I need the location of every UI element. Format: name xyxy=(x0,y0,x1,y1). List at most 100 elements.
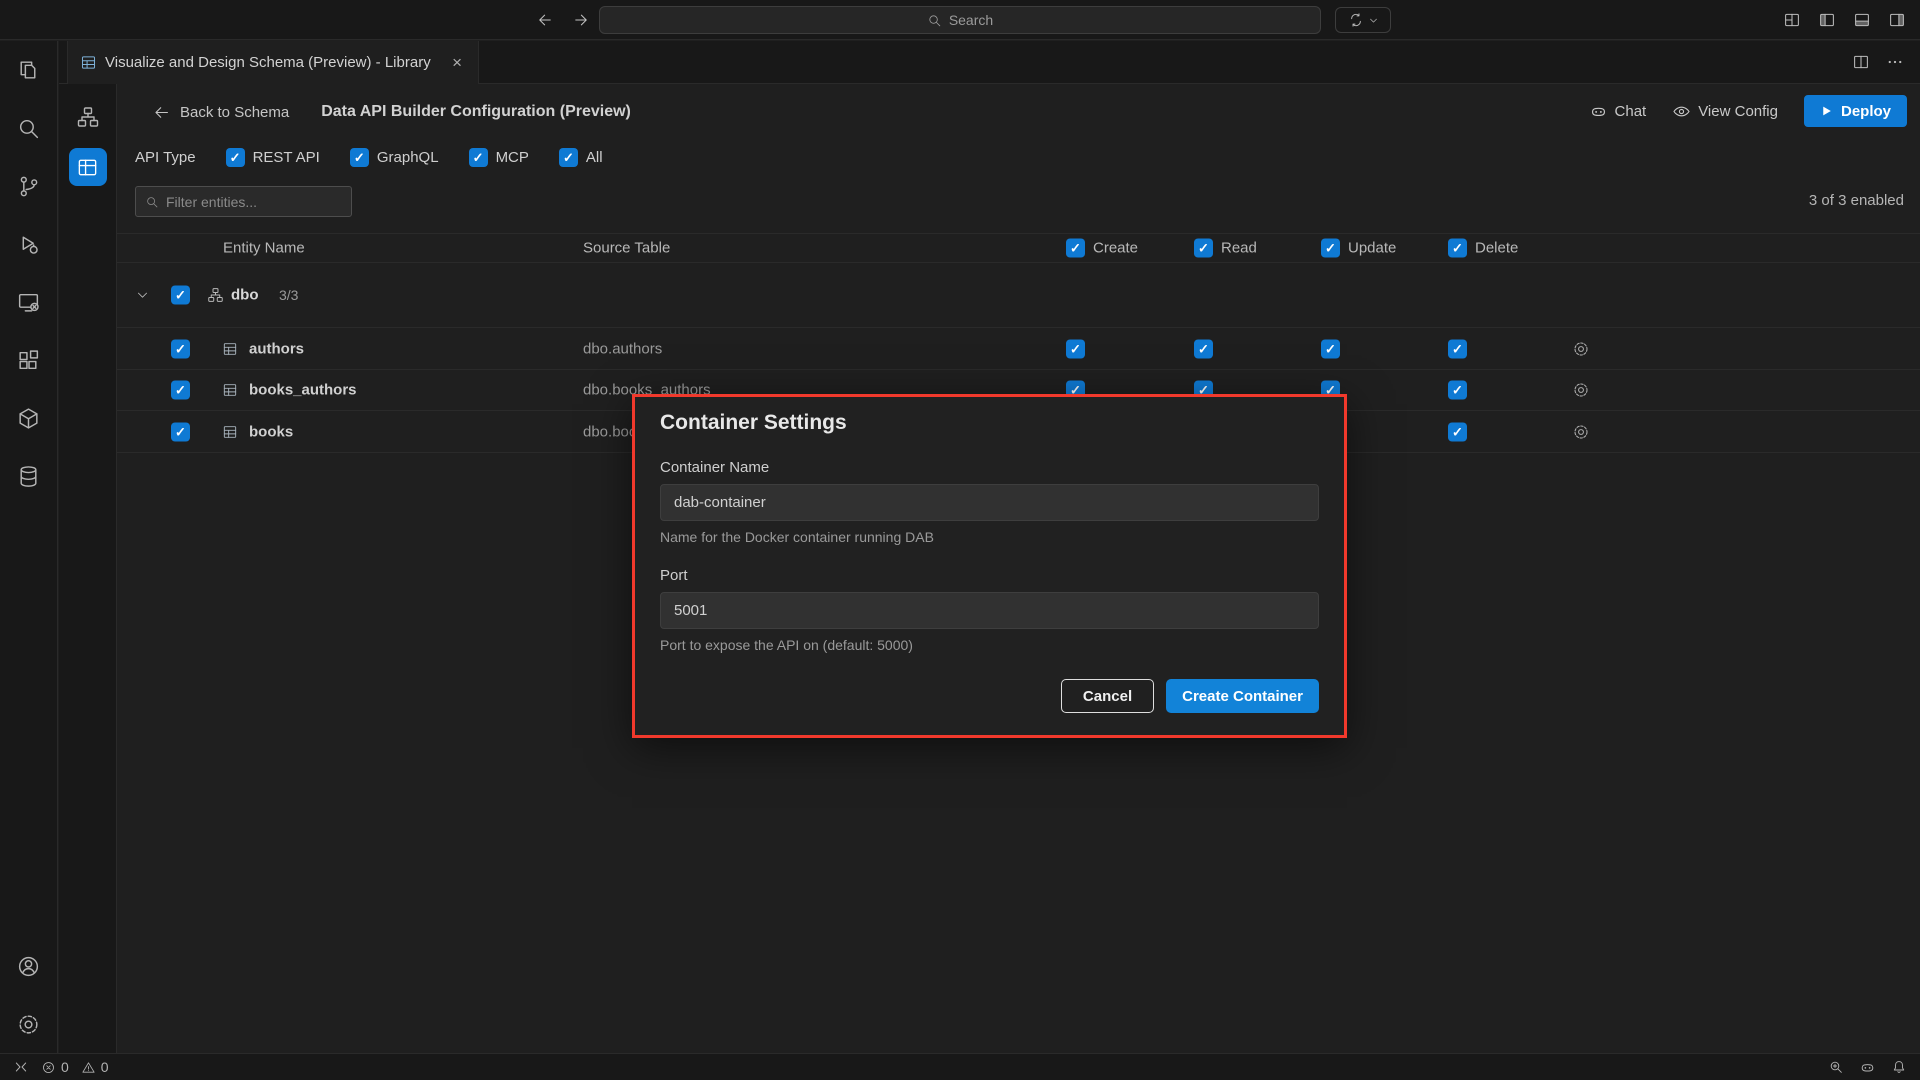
warnings-status[interactable]: 0 xyxy=(81,1059,109,1075)
create-container-button[interactable]: Create Container xyxy=(1166,679,1319,713)
webview-content: Back to Schema Data API Builder Configur… xyxy=(59,84,1920,1053)
back-label: Back to Schema xyxy=(180,104,289,121)
explorer-icon[interactable] xyxy=(0,41,58,99)
remote-window-icon[interactable] xyxy=(0,273,58,331)
all-checkbox[interactable] xyxy=(559,148,578,167)
api-type-label: API Type xyxy=(135,149,196,166)
run-debug-icon[interactable] xyxy=(0,215,58,273)
table-icon xyxy=(222,341,238,357)
split-editor-icon[interactable] xyxy=(1852,53,1870,71)
source-control-icon[interactable] xyxy=(0,157,58,215)
tab-bar: Visualize and Design Schema (Preview) - … xyxy=(59,41,1920,84)
table-icon xyxy=(222,382,238,398)
page-header: Back to Schema Data API Builder Configur… xyxy=(152,98,631,126)
table-row: authors dbo.authors xyxy=(117,328,1920,370)
view-config-button[interactable]: View Config xyxy=(1672,102,1778,121)
header-source-table: Source Table xyxy=(583,240,670,257)
filter-search-icon xyxy=(145,195,159,209)
status-right xyxy=(1828,1059,1907,1076)
update-checkbox[interactable] xyxy=(1321,339,1340,358)
delete-checkbox[interactable] xyxy=(1448,339,1467,358)
enabled-summary: 3 of 3 enabled xyxy=(1809,192,1904,209)
tab-close-icon[interactable]: × xyxy=(448,53,466,72)
update-all-checkbox[interactable] xyxy=(1321,239,1340,258)
container-name-input[interactable] xyxy=(660,484,1319,521)
row-settings-gear-icon[interactable] xyxy=(1572,423,1590,441)
mcp-label: MCP xyxy=(496,149,529,166)
delete-checkbox[interactable] xyxy=(1448,422,1467,441)
header-read: Read xyxy=(1194,239,1257,258)
more-actions-icon[interactable] xyxy=(1886,53,1904,71)
session-dropdown-button[interactable] xyxy=(1335,7,1391,33)
row-settings-gear-icon[interactable] xyxy=(1572,340,1590,358)
command-center-search[interactable]: Search xyxy=(599,6,1321,34)
rest-api-checkbox[interactable] xyxy=(226,148,245,167)
header-update: Update xyxy=(1321,239,1396,258)
entity-filter xyxy=(135,186,352,217)
account-icon[interactable] xyxy=(0,937,58,995)
cancel-button[interactable]: Cancel xyxy=(1061,679,1154,713)
read-all-checkbox[interactable] xyxy=(1194,239,1213,258)
extensions-icon[interactable] xyxy=(0,331,58,389)
row-settings-gear-icon[interactable] xyxy=(1572,381,1590,399)
dab-config-icon[interactable] xyxy=(69,148,107,186)
group-checkbox[interactable] xyxy=(171,286,190,305)
page-title: Data API Builder Configuration (Preview) xyxy=(321,103,631,121)
delete-all-checkbox[interactable] xyxy=(1448,239,1467,258)
customize-layout-icon[interactable] xyxy=(1783,11,1801,29)
dab-config-page: Back to Schema Data API Builder Configur… xyxy=(117,84,1920,1053)
errors-status[interactable]: 0 xyxy=(41,1059,69,1075)
create-checkbox[interactable] xyxy=(1066,339,1085,358)
warning-icon xyxy=(81,1060,96,1075)
toggle-panel-icon[interactable] xyxy=(1853,11,1871,29)
view-config-label: View Config xyxy=(1698,103,1778,120)
chat-button[interactable]: Chat xyxy=(1589,102,1647,121)
mcp-checkbox-group[interactable]: MCP xyxy=(469,148,529,167)
schema-hierarchy-icon[interactable] xyxy=(69,98,107,136)
status-left: 0 0 xyxy=(13,1059,109,1075)
entity-table-header: Entity Name Source Table Create Read Upd… xyxy=(117,233,1920,263)
forward-arrow-icon[interactable] xyxy=(572,11,590,29)
header-delete: Delete xyxy=(1448,239,1518,258)
port-label: Port xyxy=(660,567,1319,584)
graphql-checkbox-group[interactable]: GraphQL xyxy=(350,148,439,167)
zoom-icon[interactable] xyxy=(1828,1059,1844,1075)
dialog-title: Container Settings xyxy=(660,411,1319,435)
group-name: dbo xyxy=(231,287,259,304)
row-checkbox[interactable] xyxy=(171,381,190,400)
schema-group-row: dbo 3/3 xyxy=(117,263,1920,328)
all-checkbox-group[interactable]: All xyxy=(559,148,603,167)
rest-api-label: REST API xyxy=(253,149,320,166)
back-arrow-icon[interactable] xyxy=(536,11,554,29)
remote-indicator-icon[interactable] xyxy=(13,1059,29,1075)
package-cube-icon[interactable] xyxy=(0,389,58,447)
settings-gear-icon[interactable] xyxy=(0,995,58,1053)
port-help: Port to expose the API on (default: 5000… xyxy=(660,637,1319,653)
activity-bar xyxy=(0,41,58,1053)
search-sidebar-icon[interactable] xyxy=(0,99,58,157)
row-checkbox[interactable] xyxy=(171,422,190,441)
history-nav xyxy=(536,0,590,40)
create-all-checkbox[interactable] xyxy=(1066,239,1085,258)
row-checkbox[interactable] xyxy=(171,339,190,358)
read-checkbox[interactable] xyxy=(1194,339,1213,358)
warning-count: 0 xyxy=(101,1059,109,1075)
toggle-secondary-sidebar-icon[interactable] xyxy=(1888,11,1906,29)
expand-chevron-icon[interactable] xyxy=(135,288,150,303)
container-settings-dialog: Container Settings Container Name Name f… xyxy=(632,394,1347,738)
entity-filter-input[interactable] xyxy=(166,194,342,210)
back-to-schema-link[interactable]: Back to Schema xyxy=(152,103,289,122)
toggle-sidebar-icon[interactable] xyxy=(1818,11,1836,29)
database-icon[interactable] xyxy=(0,447,58,505)
tab-schema-designer[interactable]: Visualize and Design Schema (Preview) - … xyxy=(67,41,479,84)
rest-api-checkbox-group[interactable]: REST API xyxy=(226,148,320,167)
mcp-checkbox[interactable] xyxy=(469,148,488,167)
delete-checkbox[interactable] xyxy=(1448,381,1467,400)
container-name-help: Name for the Docker container running DA… xyxy=(660,529,1319,545)
bell-icon[interactable] xyxy=(1891,1059,1907,1075)
copilot-status-icon[interactable] xyxy=(1859,1059,1876,1076)
port-input[interactable] xyxy=(660,592,1319,629)
deploy-button[interactable]: Deploy xyxy=(1804,95,1907,127)
graphql-checkbox[interactable] xyxy=(350,148,369,167)
editor-actions xyxy=(1852,41,1920,83)
